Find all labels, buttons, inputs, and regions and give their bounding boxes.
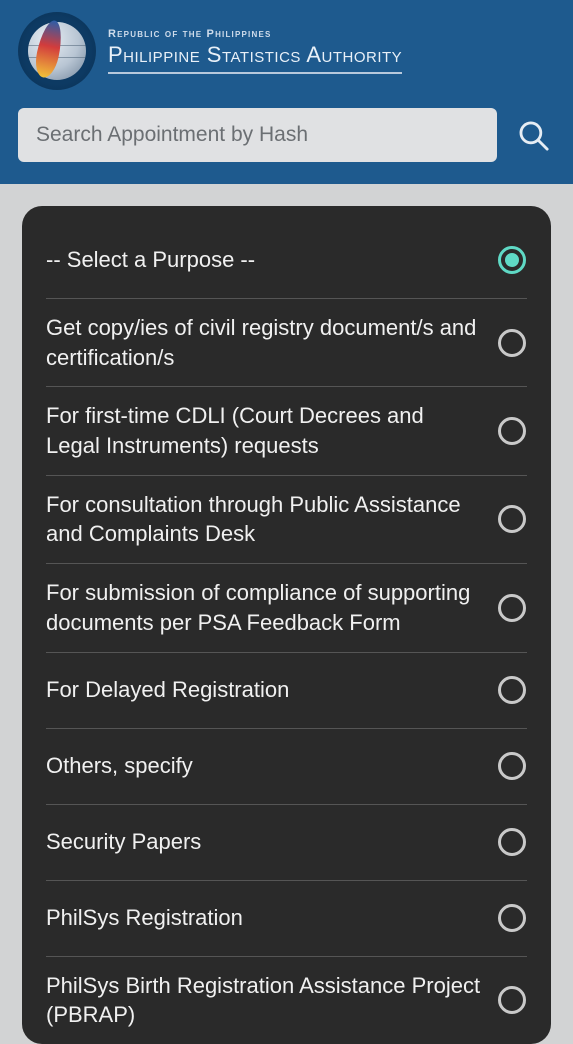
search-icon bbox=[516, 118, 550, 152]
purpose-option[interactable]: PhilSys Birth Registration Assistance Pr… bbox=[46, 956, 527, 1044]
radio-icon[interactable] bbox=[497, 827, 527, 857]
purpose-option[interactable]: For consultation through Public Assistan… bbox=[46, 475, 527, 563]
radio-icon[interactable] bbox=[497, 593, 527, 623]
radio-icon[interactable] bbox=[497, 751, 527, 781]
purpose-option[interactable]: Get copy/ies of civil registry document/… bbox=[46, 298, 527, 386]
psa-logo bbox=[18, 12, 96, 90]
brand-subtitle: Republic of the Philippines bbox=[108, 28, 402, 40]
purpose-option[interactable]: For first-time CDLI (Court Decrees and L… bbox=[46, 386, 527, 474]
purpose-option-label: Get copy/ies of civil registry document/… bbox=[46, 313, 481, 372]
radio-icon[interactable] bbox=[497, 504, 527, 534]
page-header: Republic of the Philippines Philippine S… bbox=[0, 0, 573, 184]
purpose-option[interactable]: -- Select a Purpose -- bbox=[46, 222, 527, 298]
radio-icon[interactable] bbox=[497, 903, 527, 933]
brand-block: Republic of the Philippines Philippine S… bbox=[18, 12, 555, 90]
purpose-option-label: For first-time CDLI (Court Decrees and L… bbox=[46, 401, 481, 460]
brand-text: Republic of the Philippines Philippine S… bbox=[108, 28, 402, 74]
radio-icon[interactable] bbox=[497, 416, 527, 446]
purpose-option-label: Security Papers bbox=[46, 827, 481, 857]
radio-icon[interactable] bbox=[497, 675, 527, 705]
purpose-option-label: For consultation through Public Assistan… bbox=[46, 490, 481, 549]
brand-title: Philippine Statistics Authority bbox=[108, 42, 402, 74]
radio-icon[interactable] bbox=[497, 245, 527, 275]
radio-icon[interactable] bbox=[497, 985, 527, 1015]
purpose-option-label: For Delayed Registration bbox=[46, 675, 481, 705]
radio-icon[interactable] bbox=[497, 328, 527, 358]
purpose-option-list: -- Select a Purpose -- Get copy/ies of ci… bbox=[46, 222, 527, 1044]
purpose-option-label: Others, specify bbox=[46, 751, 481, 781]
purpose-option-label: PhilSys Birth Registration Assistance Pr… bbox=[46, 971, 481, 1030]
search-row bbox=[18, 108, 555, 162]
purpose-option[interactable]: Others, specify bbox=[46, 728, 527, 804]
purpose-option-label: -- Select a Purpose -- bbox=[46, 245, 481, 275]
search-button[interactable] bbox=[511, 113, 555, 157]
purpose-option-label: PhilSys Registration bbox=[46, 903, 481, 933]
purpose-option[interactable]: For Delayed Registration bbox=[46, 652, 527, 728]
purpose-option-label: For submission of compliance of supporti… bbox=[46, 578, 481, 637]
purpose-card: -- Select a Purpose -- Get copy/ies of ci… bbox=[22, 206, 551, 1044]
purpose-option[interactable]: Security Papers bbox=[46, 804, 527, 880]
search-input[interactable] bbox=[18, 108, 497, 162]
purpose-option[interactable]: For submission of compliance of supporti… bbox=[46, 563, 527, 651]
purpose-option[interactable]: PhilSys Registration bbox=[46, 880, 527, 956]
